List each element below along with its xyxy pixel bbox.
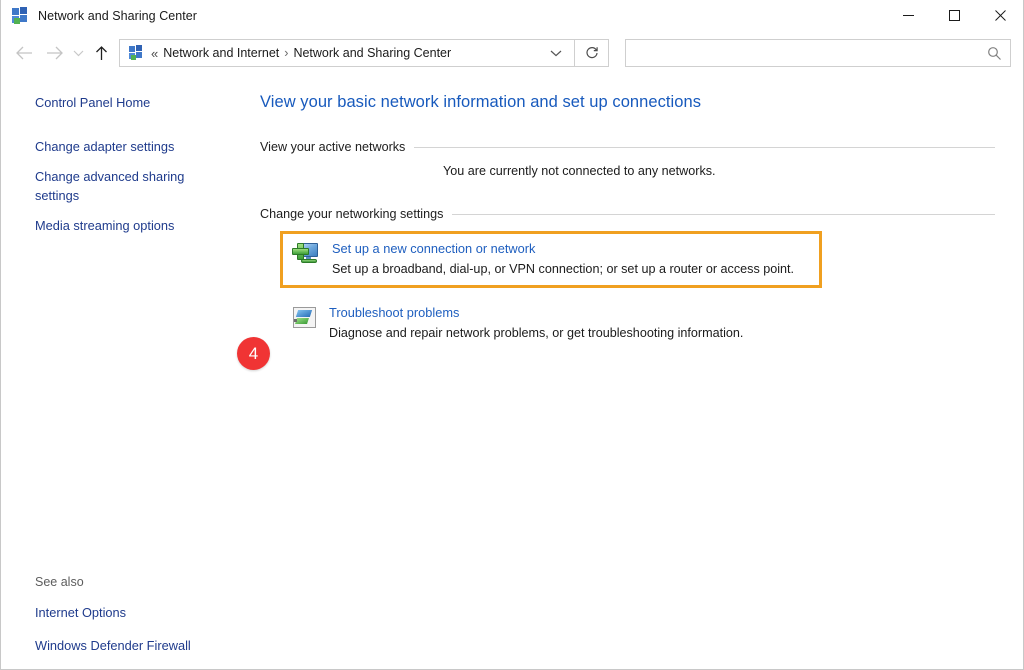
task-link-troubleshoot-problems[interactable]: Troubleshoot problems xyxy=(329,304,459,321)
window-title: Network and Sharing Center xyxy=(38,9,197,23)
see-also-item-windows-defender-firewall[interactable]: Windows Defender Firewall xyxy=(35,636,191,655)
task-texts: Set up a new connection or network Set u… xyxy=(332,240,794,278)
task-description: Set up a broadband, dial-up, or VPN conn… xyxy=(332,261,794,278)
sidebar-item-media-streaming-options[interactable]: Media streaming options xyxy=(35,216,174,235)
chevron-down-icon[interactable] xyxy=(550,49,562,57)
close-button[interactable] xyxy=(977,0,1023,31)
minimize-button[interactable] xyxy=(885,0,931,31)
sidebar-item-change-adapter-settings[interactable]: Change adapter settings xyxy=(35,137,174,156)
task-link-setup-new-connection[interactable]: Set up a new connection or network xyxy=(332,240,535,257)
maximize-button[interactable] xyxy=(931,0,977,31)
forward-button[interactable] xyxy=(39,38,69,68)
address-toolbar: « Network and Internet › Network and Sha… xyxy=(1,31,1023,75)
breadcrumb-item-network-and-internet[interactable]: Network and Internet xyxy=(163,46,279,60)
refresh-button[interactable] xyxy=(575,39,609,67)
main-content: View your basic network information and … xyxy=(251,75,1023,669)
address-network-icon xyxy=(128,45,144,61)
task-texts: Troubleshoot problems Diagnose and repai… xyxy=(329,304,743,342)
see-also-title: See also xyxy=(35,575,235,589)
search-icon[interactable] xyxy=(987,46,1002,61)
network-and-sharing-center-window: Settings Network and Sharing Center xyxy=(0,0,1024,670)
setup-new-connection-highlight-box: Set up a new connection or network Set u… xyxy=(280,231,822,288)
address-bar[interactable]: « Network and Internet › Network and Sha… xyxy=(119,39,575,67)
up-one-level-button[interactable] xyxy=(87,38,115,68)
setup-new-connection-icon xyxy=(292,241,322,269)
search-input[interactable] xyxy=(635,46,987,60)
task-description: Diagnose and repair network problems, or… xyxy=(329,325,743,342)
sidebar-item-change-advanced-sharing-settings[interactable]: Change advanced sharing settings xyxy=(35,167,195,205)
navigation-sidebar: Control Panel Home Change adapter settin… xyxy=(1,75,251,669)
title-bar: Network and Sharing Center xyxy=(1,0,1023,31)
back-button[interactable] xyxy=(9,38,39,68)
window-body: Control Panel Home Change adapter settin… xyxy=(1,75,1023,669)
section-header-active-networks: View your active networks xyxy=(260,140,1009,154)
page-title: View your basic network information and … xyxy=(260,93,1009,112)
section-divider xyxy=(452,214,995,215)
task-troubleshoot-problems[interactable]: Troubleshoot problems Diagnose and repai… xyxy=(280,304,1009,342)
network-flag-icon xyxy=(11,7,29,25)
recent-locations-button[interactable] xyxy=(69,38,87,68)
step-number-badge: 4 xyxy=(237,337,270,370)
sidebar-item-control-panel-home[interactable]: Control Panel Home xyxy=(35,93,150,112)
see-also-section: See also Internet Options Windows Defend… xyxy=(35,575,235,655)
section-label: View your active networks xyxy=(260,140,414,154)
active-networks-status: You are currently not connected to any n… xyxy=(443,164,1009,178)
breadcrumb-separator: › xyxy=(279,46,293,60)
task-setup-new-connection[interactable]: Set up a new connection or network Set u… xyxy=(283,240,819,278)
section-label: Change your networking settings xyxy=(260,207,452,221)
breadcrumb-item-network-and-sharing-center[interactable]: Network and Sharing Center xyxy=(293,46,451,60)
troubleshoot-icon xyxy=(289,305,319,333)
search-box[interactable] xyxy=(625,39,1011,67)
section-header-networking-settings: Change your networking settings xyxy=(260,207,1009,221)
section-divider xyxy=(414,147,995,148)
breadcrumb-overflow[interactable]: « xyxy=(151,46,163,61)
window-controls xyxy=(885,0,1023,31)
see-also-item-internet-options[interactable]: Internet Options xyxy=(35,603,126,622)
